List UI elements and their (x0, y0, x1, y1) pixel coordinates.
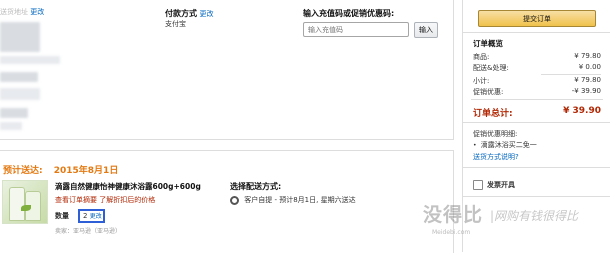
summary-row-shipping: 配送&处理: ¥ 0.00 (473, 63, 601, 73)
summary-value: ¥ 0.00 (578, 63, 601, 71)
seller-info: 卖家：亚马逊（亚马逊） (55, 228, 122, 235)
shipping-method-label: 选择配送方式: (230, 182, 282, 191)
promo-detail-text: 滴露沐浴买二免一 (480, 141, 537, 149)
summary-label: 小计: (473, 77, 490, 85)
summary-label: 促销优惠: (473, 88, 504, 96)
divider (463, 32, 610, 33)
product-image[interactable] (2, 180, 48, 224)
summary-row-promo: 促销优惠: -¥ 39.90 (473, 87, 601, 97)
invoice-label: 发票开具 (487, 181, 515, 189)
address-label: 送货地址 (0, 8, 28, 16)
summary-value: -¥ 39.90 (571, 87, 601, 95)
summary-row-items: 商品: ¥ 79.80 (473, 52, 601, 62)
watermark-logo: 没得比 (423, 204, 484, 226)
shipping-option-label: 客户自提 - 预计8月1日, 星期六送达 (244, 196, 356, 204)
promo-detail-item: • 滴露沐浴买二免一 (473, 140, 537, 150)
promo-details-title: 促销优惠明细: (473, 130, 518, 138)
order-total-value: ¥ 39.90 (563, 106, 601, 116)
payment-section: 付款方式 更改 (165, 8, 214, 19)
change-quantity-link[interactable]: 更改 (90, 213, 102, 220)
payment-method-value: 支付宝 (165, 20, 186, 28)
summary-row-subtotal: 小计: ¥ 79.80 (473, 76, 601, 86)
blurred-address-line (0, 88, 40, 100)
submit-order-button[interactable]: 提交订单 (478, 10, 596, 27)
blurred-address-line (0, 22, 40, 52)
invoice-checkbox[interactable] (473, 180, 483, 190)
order-total-row: 订单总计: ¥ 39.90 (473, 106, 601, 119)
watermark-url: Meidebi.com (432, 229, 471, 236)
divider (463, 122, 610, 123)
divider (471, 99, 603, 100)
change-address-link[interactable]: 更改 (30, 8, 44, 16)
blurred-address-line (0, 122, 22, 130)
delivery-date: 2015年8月1日 (53, 166, 119, 176)
discount-info-link[interactable]: 了解折扣后的价格 (99, 196, 155, 204)
summary-title: 订单概览 (473, 39, 503, 48)
order-total-label: 订单总计: (473, 109, 513, 119)
delivery-label: 预计送达: (3, 166, 43, 176)
leaf-icon (21, 205, 31, 211)
product-title[interactable]: 滴露自然健康怡神健康沐浴露600g+600g (55, 181, 201, 192)
bottle-shape (9, 187, 25, 221)
blurred-address-line (0, 56, 60, 64)
change-payment-link[interactable]: 更改 (200, 10, 214, 18)
divider (463, 167, 610, 168)
quantity-selector[interactable]: 2 更改 (78, 209, 105, 223)
quantity-value: 2 (83, 212, 88, 220)
payment-label: 付款方式 (165, 9, 197, 18)
blurred-address-line (0, 108, 28, 118)
selected-radio-icon[interactable] (230, 195, 239, 205)
divider (463, 196, 610, 197)
blurred-address-line (0, 72, 38, 82)
order-details-panel: 送货地址 更改 付款方式 更改 支付宝 输入充值码或促销优惠码: 输入 (0, 0, 454, 140)
shipping-option[interactable]: 客户自提 - 预计8月1日, 星期六送达 (230, 195, 356, 205)
apply-promo-button[interactable]: 输入 (414, 22, 438, 38)
shipping-info-link[interactable]: 送货方式说明? (473, 152, 519, 162)
promo-code-input[interactable] (303, 22, 409, 37)
divider (541, 74, 601, 75)
promo-label: 输入充值码或促销优惠码: (303, 9, 395, 18)
summary-value: ¥ 79.80 (574, 52, 601, 60)
address-header: 送货地址 更改 (0, 7, 44, 17)
quantity-label: 数量 (55, 212, 69, 220)
summary-label: 配送&处理: (473, 64, 509, 72)
summary-value: ¥ 79.80 (574, 76, 601, 84)
watermark-slogan: |网购有钱很得比 (490, 209, 579, 223)
price-links: 查看订单摘要 了解折扣后的价格 (55, 195, 155, 205)
order-summary-link[interactable]: 查看订单摘要 (55, 196, 97, 204)
bullet-icon: • (473, 142, 477, 149)
delivery-estimate: 预计送达: 2015年8月1日 (3, 163, 118, 176)
summary-label: 商品: (473, 53, 490, 61)
